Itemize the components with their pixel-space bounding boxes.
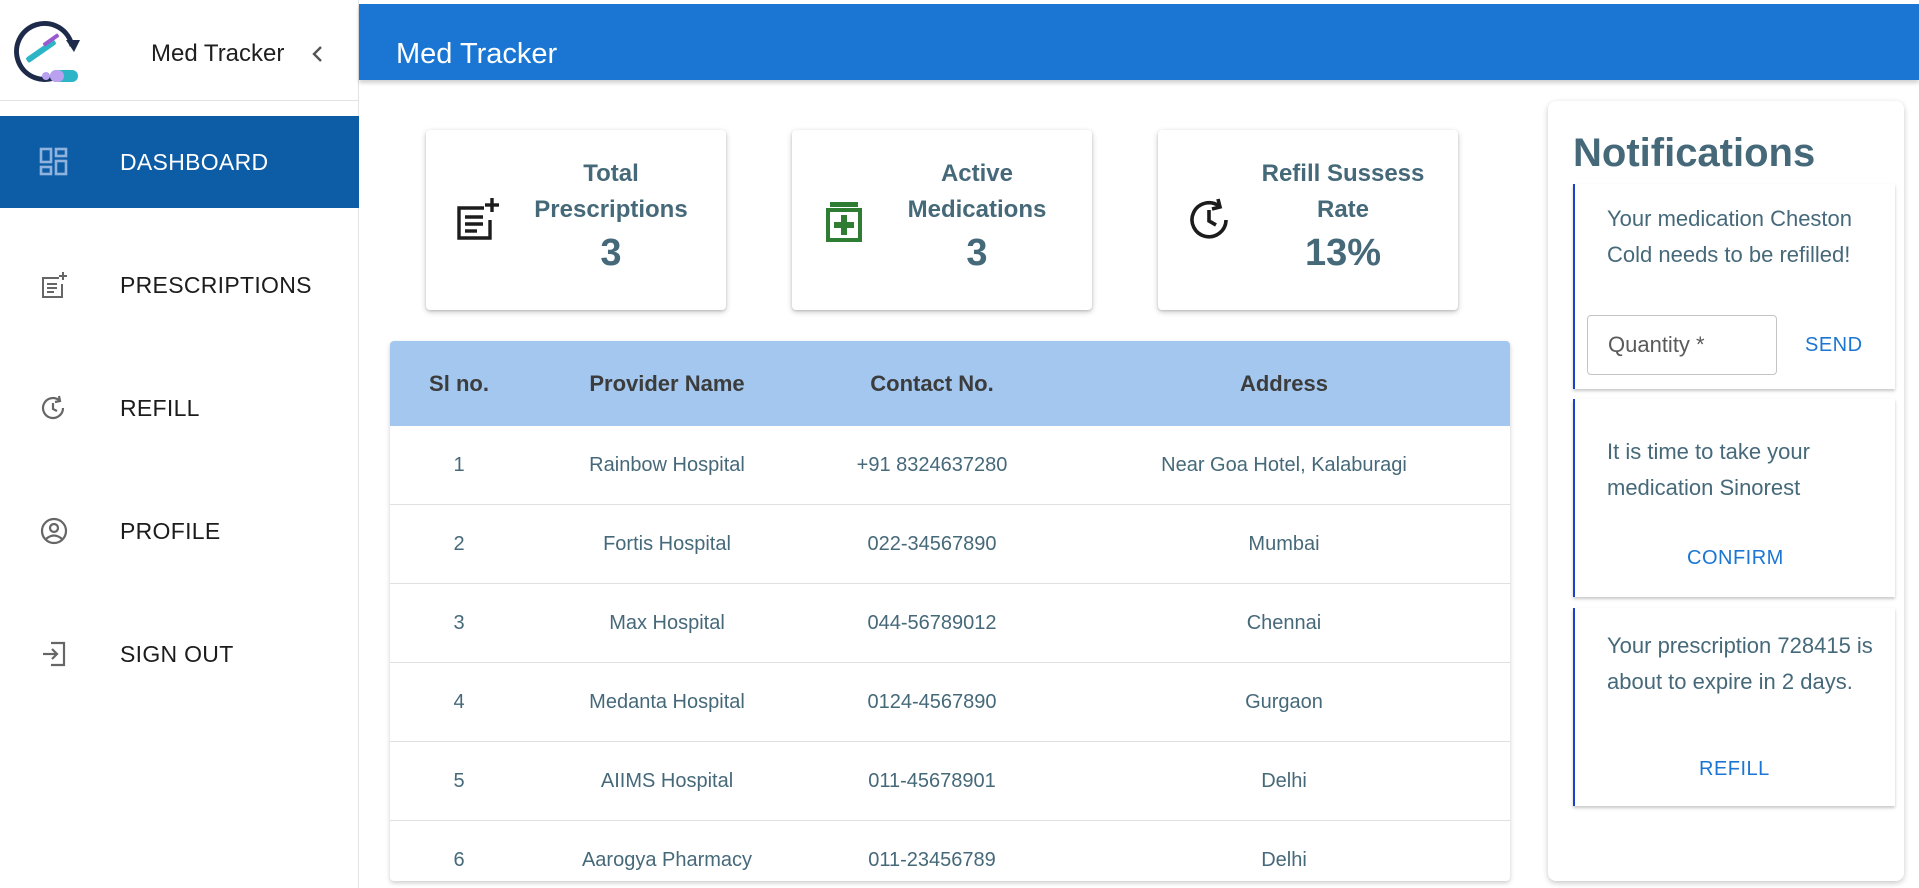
notifications-panel: Notifications Your medication Cheston Co… <box>1548 101 1904 881</box>
table-cell: 6 <box>453 849 465 871</box>
sidebar-item-refill[interactable]: REFILL <box>0 362 359 454</box>
table-header: Sl no. Provider Name Contact No. Address <box>390 341 1510 426</box>
notification-text: Your prescription 728415 is about to exp… <box>1607 633 1873 694</box>
sign-out-icon <box>38 638 70 670</box>
table-cell: 3 <box>453 612 465 634</box>
sidebar-item-label: DASHBOARD <box>120 148 269 175</box>
table-row[interactable]: 2 Fortis Hospital 022-34567890 Mumbai <box>390 505 1510 584</box>
app-logo <box>14 20 80 82</box>
prescription-add-icon <box>457 198 499 240</box>
table-row[interactable]: 6 Aarogya Pharmacy 011-23456789 Delhi <box>390 821 1510 881</box>
table-cell: Fortis Hospital <box>603 533 731 555</box>
sidebar-item-profile[interactable]: PROFILE <box>0 485 359 577</box>
table-row[interactable]: 5 AIIMS Hospital 011-45678901 Delhi <box>390 742 1510 821</box>
sidebar-item-label: REFILL <box>120 394 200 421</box>
table-cell: AIIMS Hospital <box>600 770 734 792</box>
sidebar-item-dashboard[interactable]: DASHBOARD <box>0 116 359 208</box>
app-title: Med Tracker <box>151 40 285 67</box>
page-title: Med Tracker <box>396 38 558 70</box>
column-header: Address <box>1239 371 1329 396</box>
table-cell: Aarogya Pharmacy <box>581 849 753 871</box>
notification-text: It is time to take your medication Sinor… <box>1607 439 1810 500</box>
profile-icon <box>38 515 70 547</box>
table-cell: 2 <box>453 533 465 555</box>
stat-value: 3 <box>966 232 988 274</box>
app-bar: Med Tracker <box>359 4 1919 80</box>
table-cell: Max Hospital <box>609 612 725 634</box>
providers-table: Sl no. Provider Name Contact No. Address… <box>390 341 1510 881</box>
sidebar-item-prescriptions[interactable]: PRESCRIPTIONS <box>0 239 359 331</box>
table-cell: Gurgaon <box>1245 691 1323 713</box>
medication-icon <box>826 202 862 242</box>
column-header: Contact No. <box>870 371 994 396</box>
table-cell: Chennai <box>1246 612 1322 634</box>
table-cell: 4 <box>453 691 465 713</box>
table-body: 1 Rainbow Hospital +91 8324637280 Near G… <box>390 426 1510 881</box>
table-cell: Medanta Hospital <box>589 691 745 713</box>
table-row[interactable]: 3 Max Hospital 044-56789012 Chennai <box>390 584 1510 663</box>
sidebar: Med Tracker DASHBOARD PRESCRIPTIONS REFI… <box>0 0 359 888</box>
table-cell: Near Goa Hotel, Kalaburagi <box>1161 454 1407 476</box>
sidebar-nav: DASHBOARD PRESCRIPTIONS REFILL PROFILE S… <box>0 116 359 731</box>
collapse-sidebar-button[interactable] <box>300 36 336 72</box>
dashboard-icon <box>38 146 70 178</box>
table-cell: Delhi <box>1261 849 1307 871</box>
confirm-button[interactable]: CONFIRM <box>1687 547 1784 570</box>
sidebar-item-label: PROFILE <box>120 517 221 544</box>
stat-title: Refill Sussess Rate <box>1261 160 1425 223</box>
table-cell: 022-34567890 <box>867 533 997 555</box>
notification-text: Your medication Cheston Cold needs to be… <box>1607 206 1853 267</box>
table-cell: Mumbai <box>1248 533 1320 555</box>
sidebar-item-sign-out[interactable]: SIGN OUT <box>0 608 359 700</box>
table-cell: 011-23456789 <box>868 849 996 871</box>
chevron-left-icon <box>312 46 322 62</box>
notification-refill-needed: Your medication Cheston Cold needs to be… <box>1573 184 1895 389</box>
refill-icon <box>38 392 70 424</box>
send-button[interactable]: SEND <box>1805 334 1863 357</box>
table-cell: +91 8324637280 <box>856 454 1008 476</box>
stat-card-active-medications: Active Medications 3 <box>792 130 1092 310</box>
table-cell: 044-56789012 <box>867 612 997 634</box>
table-cell: Rainbow Hospital <box>589 454 745 476</box>
stat-title: Total Prescriptions <box>534 160 688 223</box>
stat-value: 13% <box>1304 232 1382 274</box>
table-cell: Delhi <box>1261 770 1307 792</box>
column-header: Provider Name <box>589 371 745 396</box>
refill-button[interactable]: REFILL <box>1699 758 1770 781</box>
notification-prescription-expiry: Your prescription 728415 is about to exp… <box>1573 608 1895 806</box>
table-row[interactable]: 1 Rainbow Hospital +91 8324637280 Near G… <box>390 426 1510 505</box>
brand-header: Med Tracker <box>0 0 359 101</box>
stat-card-total-prescriptions: Total Prescriptions 3 <box>426 130 726 310</box>
notification-take-medication: It is time to take your medication Sinor… <box>1573 399 1895 597</box>
column-header: Sl no. <box>429 371 489 396</box>
sidebar-item-label: PRESCRIPTIONS <box>120 271 312 298</box>
notifications-title: Notifications <box>1573 131 1816 175</box>
history-clock-icon <box>1190 198 1228 239</box>
stat-title: Active Medications <box>907 160 1047 223</box>
prescriptions-icon <box>38 269 70 301</box>
stat-card-refill-success-rate: Refill Sussess Rate 13% <box>1158 130 1458 310</box>
table-cell: 011-45678901 <box>868 770 996 792</box>
quantity-input[interactable] <box>1587 315 1777 375</box>
table-cell: 5 <box>453 770 465 792</box>
sidebar-item-label: SIGN OUT <box>120 640 234 667</box>
table-row[interactable]: 4 Medanta Hospital 0124-4567890 Gurgaon <box>390 663 1510 742</box>
table-cell: 0124-4567890 <box>867 691 997 713</box>
table-cell: 1 <box>453 454 465 476</box>
stat-value: 3 <box>600 232 622 274</box>
